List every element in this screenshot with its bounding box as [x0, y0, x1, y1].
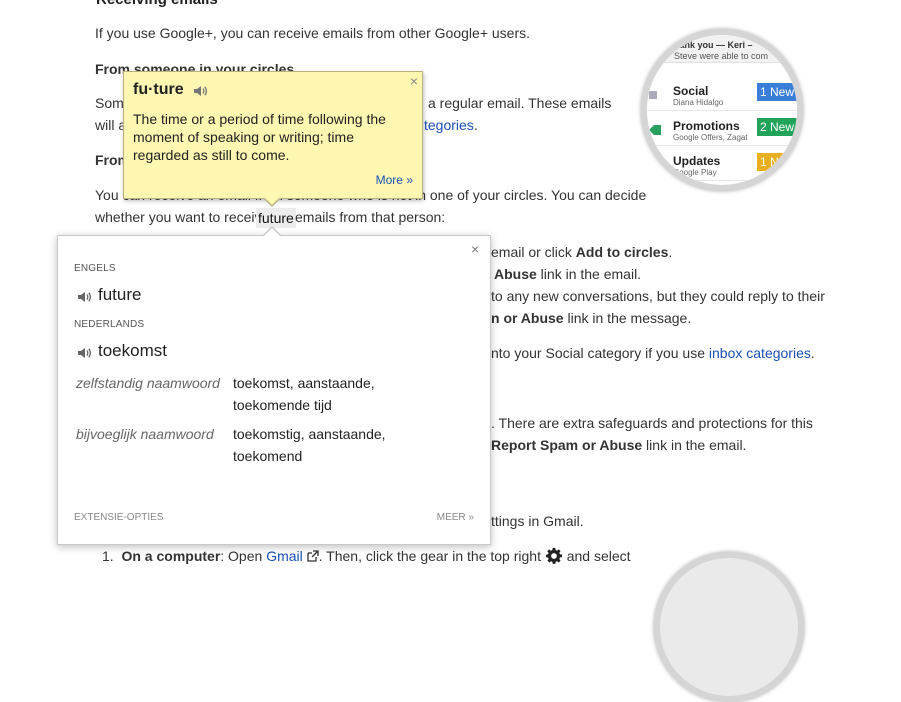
- s1-line1-b: a regular email. These emails: [428, 95, 612, 111]
- safeguards-line: . There are extra safeguards and protect…: [491, 415, 813, 431]
- inbox-categories-link-2[interactable]: inbox categories: [709, 345, 811, 361]
- popup-pointer-fill: [263, 228, 281, 237]
- s2-para2-b: emails from that person:: [295, 209, 446, 225]
- bubble-close-icon[interactable]: ×: [410, 73, 418, 89]
- speaker-icon[interactable]: [192, 83, 208, 99]
- inbox-categories-link[interactable]: tegories: [424, 117, 474, 133]
- external-link-icon: [306, 548, 319, 564]
- inbox-row-promotions: Promotions Google Offers, Zagat 2 New: [647, 111, 797, 146]
- right-line-2: Abuse link in the email.: [494, 266, 642, 282]
- promotions-new-badge: 2 New: [757, 118, 797, 136]
- gear-icon: [545, 547, 563, 564]
- social-new-badge: 1 New: [757, 83, 797, 101]
- part-of-speech: bijvoeglijk naamwoord: [76, 426, 214, 442]
- highlighted-word[interactable]: future: [256, 208, 296, 228]
- s2-para2-a: whether you want to receive: [95, 209, 270, 225]
- social-line: nto your Social category if you use inbo…: [491, 345, 815, 361]
- dictionary-bubble: × fu·ture The time or a period of time f…: [123, 71, 423, 199]
- inbox-row-updates: Updates Google Play 1 N: [647, 146, 797, 181]
- right-line-3: to any new conversations, but they could…: [491, 288, 825, 304]
- promotions-tag-icon: [649, 123, 661, 135]
- source-language-label: ENGELS: [74, 263, 116, 274]
- intro-text: If you use Google+, you can receive emai…: [95, 25, 531, 41]
- article-heading: Receiving emails: [96, 0, 218, 8]
- dictionary-definition: The time or a period of time following t…: [133, 111, 386, 163]
- bubble-pointer-fill: [264, 197, 280, 205]
- step1-bold: On a computer: [121, 548, 221, 564]
- add-to-circles-text: Add to circles: [575, 244, 669, 260]
- target-term: toekomst: [98, 341, 167, 360]
- report-line: Report Spam or Abuse link in the email.: [491, 437, 747, 453]
- settings-line: ttings in Gmail.: [491, 513, 584, 529]
- translation-list: toekomstig, aanstaande, toekomend: [233, 426, 386, 464]
- updates-new-badge: 1 N: [757, 153, 797, 171]
- step1-number: 1.: [102, 548, 114, 564]
- inbox-tabs-graphic: hank you — Keri – Steve were able to com…: [641, 29, 803, 191]
- step1-line: 1. On a computer: Open Gmail . Then, cli…: [102, 547, 631, 564]
- inbox-top-message: hank you — Keri – Steve were able to com: [647, 35, 797, 63]
- updates-flag-icon: [649, 158, 661, 170]
- speaker-icon[interactable]: [76, 345, 92, 361]
- more-translations-link[interactable]: MEER »: [437, 512, 474, 523]
- extension-options-link[interactable]: EXTENSIE-OPTIES: [74, 512, 163, 523]
- speaker-icon[interactable]: [76, 289, 92, 305]
- right-line-4: n or Abuse link in the message.: [491, 310, 692, 326]
- source-term: future: [98, 285, 142, 304]
- translation-popup: × ENGELS future NEDERLANDS toekomst zelf…: [57, 235, 491, 545]
- s1-line2-a: will a: [95, 117, 127, 133]
- part-of-speech: zelfstandig naamwoord: [76, 375, 220, 391]
- s1-line2-end: tegories.: [424, 116, 478, 134]
- dictionary-more-link[interactable]: More »: [376, 173, 413, 187]
- settings-circle-graphic: [654, 552, 804, 702]
- gmail-link[interactable]: Gmail: [266, 548, 303, 564]
- s1-line2-period: .: [473, 117, 478, 133]
- dictionary-headword: fu·ture: [133, 81, 184, 98]
- translation-close-icon[interactable]: ×: [471, 241, 479, 257]
- translation-list: toekomst, aanstaande, toekomende tijd: [233, 375, 375, 413]
- social-tab-icon: [649, 88, 661, 100]
- report-spam-text: Report Spam or Abuse: [491, 437, 643, 453]
- inbox-row-social: Social Diana Hidalgo 1 New: [647, 76, 797, 111]
- right-line-1: email or click Add to circles.: [491, 244, 673, 260]
- target-language-label: NEDERLANDS: [74, 319, 145, 330]
